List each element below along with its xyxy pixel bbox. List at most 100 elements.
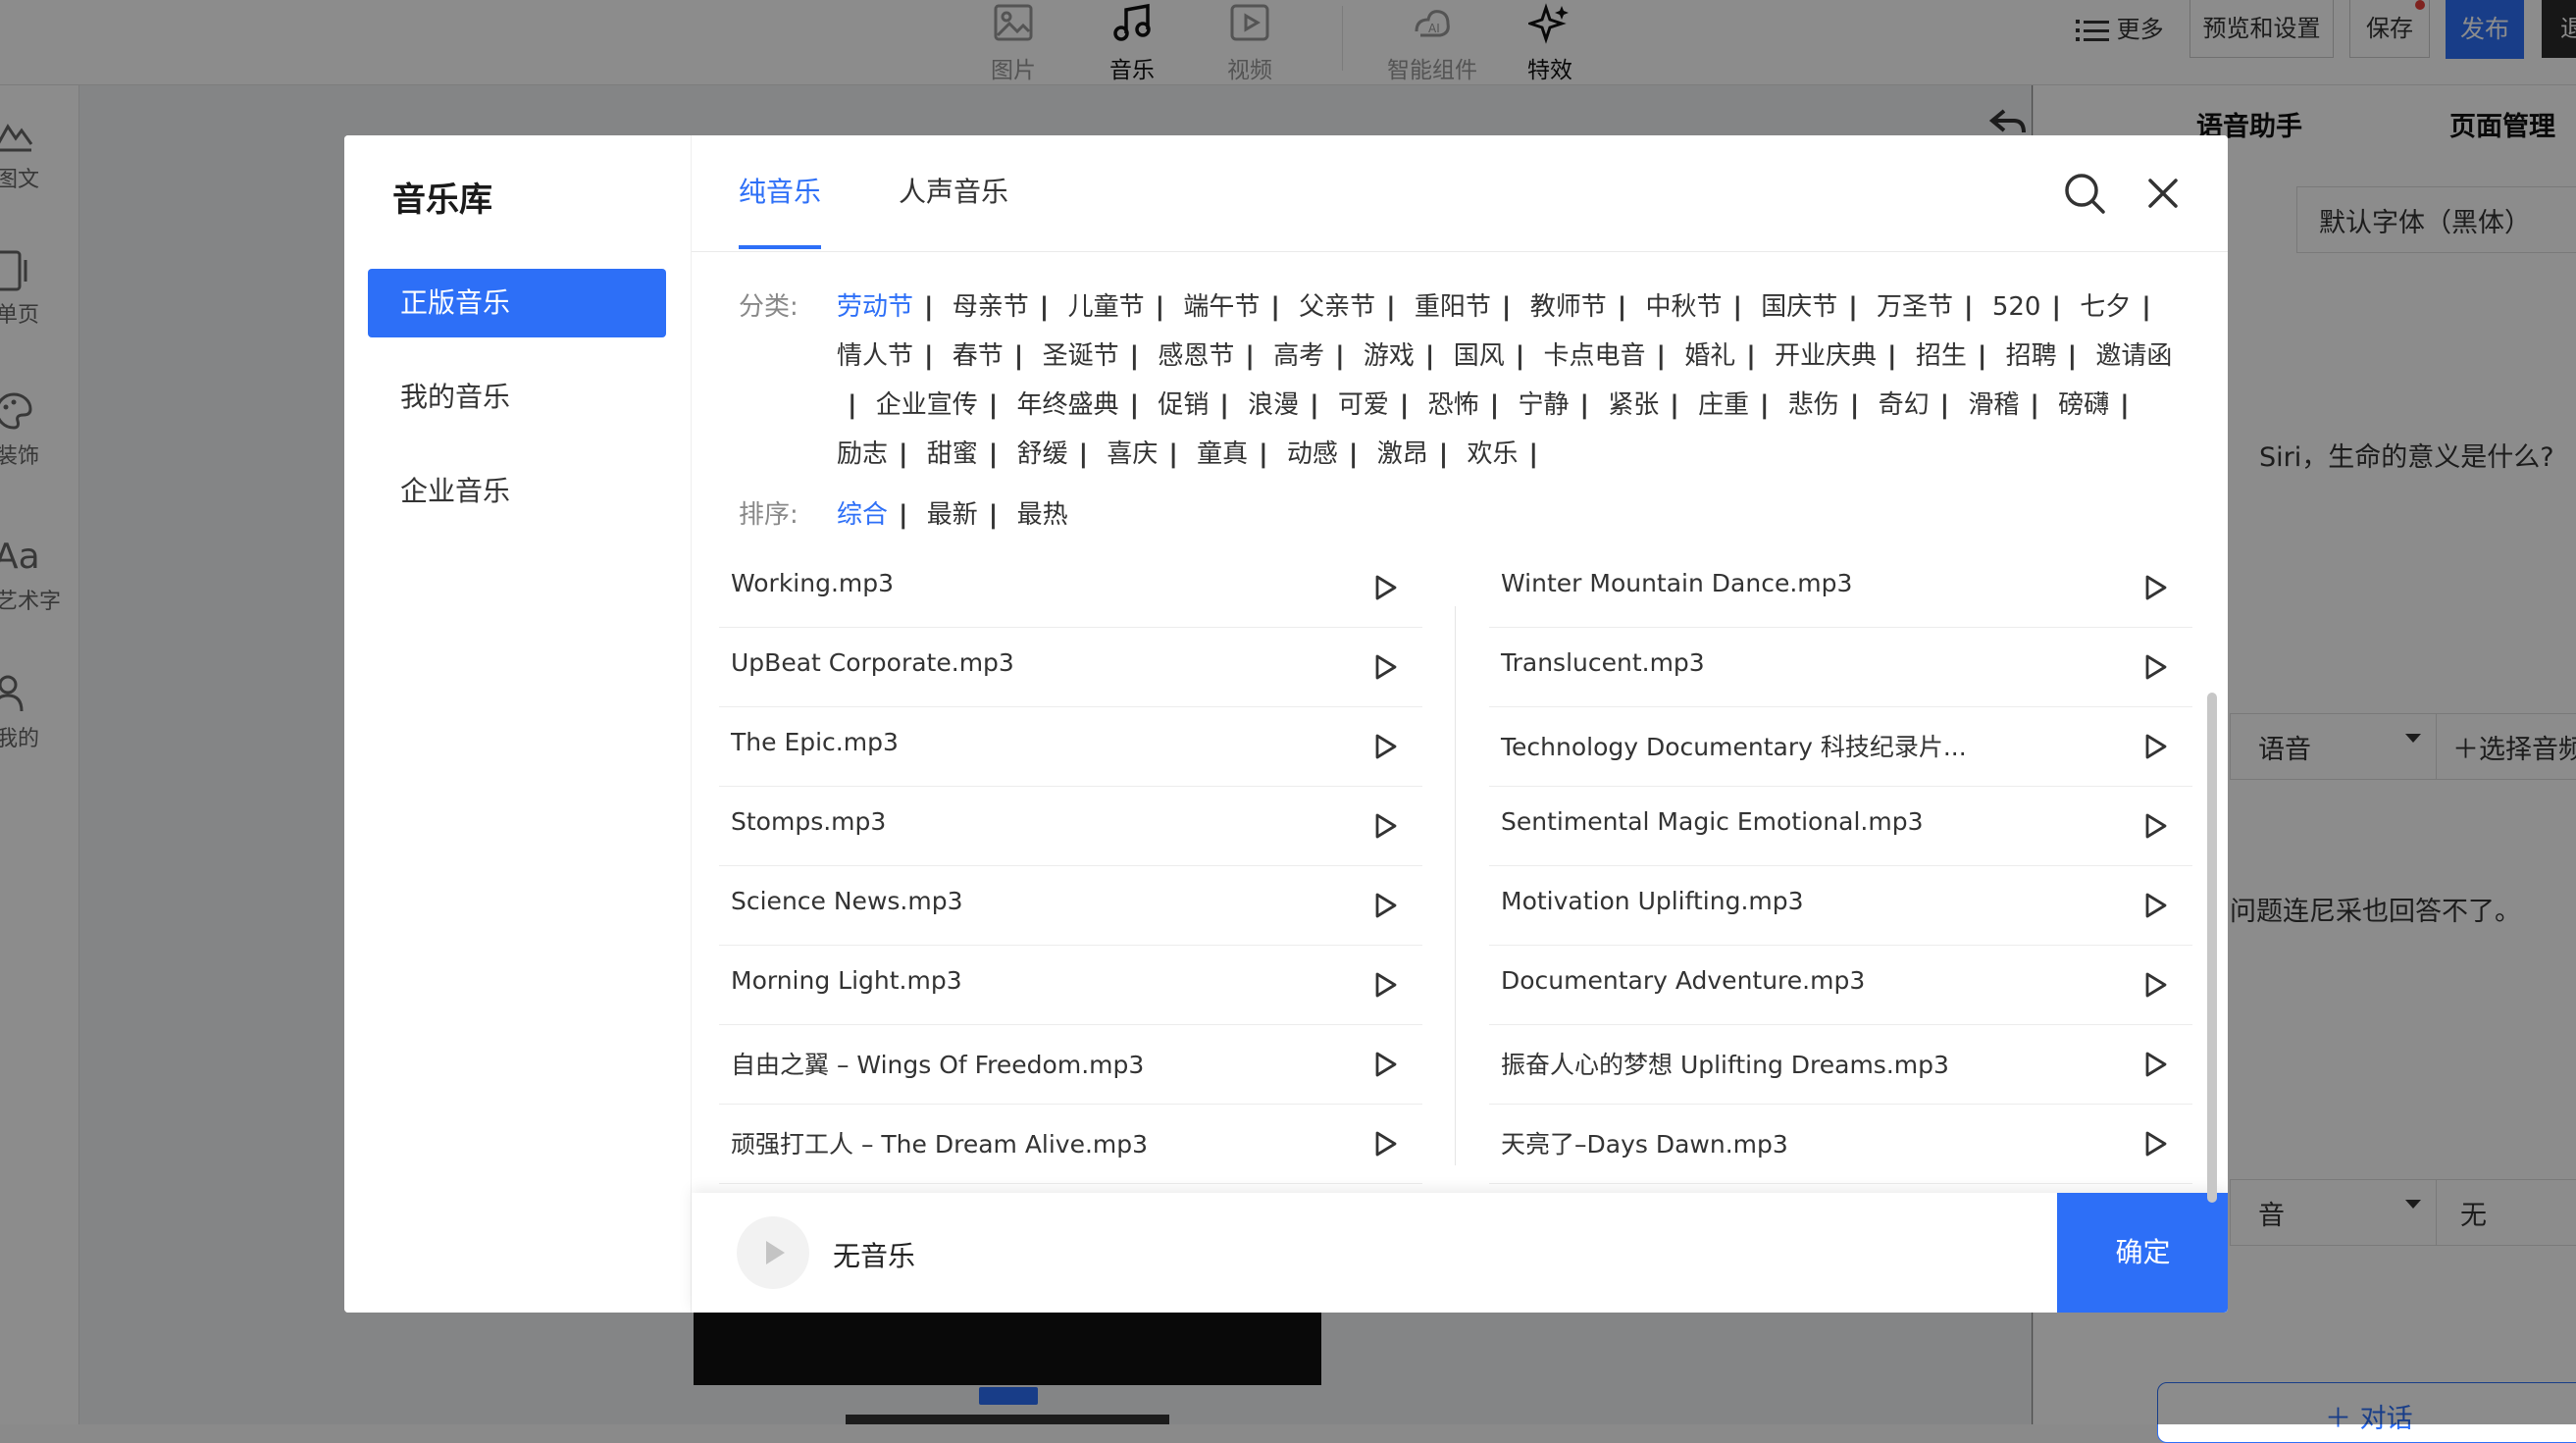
category-tag[interactable]: 可爱 [1338,390,1389,420]
song-row[interactable]: Working.mp3 [719,549,1422,628]
category-tag[interactable]: 感恩节 [1158,341,1234,371]
sidebar-item-enterprise-music[interactable]: 企业音乐 [368,457,666,526]
song-row[interactable]: 自由之翼 – Wings Of Freedom.mp3 [719,1026,1422,1105]
category-tag[interactable]: 甜蜜 [927,439,978,469]
sort-option[interactable]: 综合 [837,500,888,530]
song-row[interactable]: Documentary Adventure.mp3 [1489,947,2192,1025]
category-tag[interactable]: 国庆节 [1761,292,1837,322]
category-tag[interactable]: 悲伤 [1788,390,1839,420]
song-row[interactable]: Sentimental Magic Emotional.mp3 [1489,788,2192,866]
category-row: 分类: 劳动节 | 母亲节 | 儿童节 | 端午节 | 父亲节 | 重阳节 | 教师节 | 中… [739,283,2190,479]
sort-option[interactable]: 最新 [927,500,978,530]
song-row[interactable]: Motivation Uplifting.mp3 [1489,867,2192,946]
confirm-button[interactable]: 确定 [2057,1193,2228,1313]
tab-pure-music[interactable]: 纯音乐 [739,171,822,249]
category-tag[interactable]: 情人节 [837,341,913,371]
song-name: The Epic.mp3 [731,728,899,756]
category-tag[interactable]: 教师节 [1530,292,1607,322]
category-tag[interactable]: 万圣节 [1877,292,1953,322]
play-icon[interactable] [1367,1048,1401,1081]
play-icon[interactable] [2138,889,2171,922]
tag-separator: | [1386,292,1396,322]
play-icon[interactable] [2138,730,2171,763]
search-icon[interactable] [2062,171,2107,216]
category-tag[interactable]: 恐怖 [1428,390,1479,420]
song-row[interactable]: 顽强打工人 – The Dream Alive.mp3 [719,1106,1422,1184]
song-row[interactable]: Science News.mp3 [719,867,1422,946]
category-tag[interactable]: 喜庆 [1107,439,1158,469]
scrollbar-thumb[interactable] [2207,693,2217,1203]
play-icon[interactable] [1367,1127,1401,1160]
scrollbar[interactable] [2205,547,2219,1254]
filter-area: 分类: 劳动节 | 母亲节 | 儿童节 | 端午节 | 父亲节 | 重阳节 | 教师节 | 中… [739,283,2190,540]
song-row[interactable]: Technology Documentary 科技纪录片... [1489,708,2192,787]
category-tag[interactable]: 圣诞节 [1043,341,1119,371]
category-tag[interactable]: 卡点电音 [1543,341,1645,371]
category-tag[interactable]: 紧张 [1608,390,1659,420]
category-tag[interactable]: 舒缓 [1017,439,1068,469]
category-tag[interactable]: 招聘 [2006,341,2057,371]
category-tag[interactable]: 滑稽 [1968,390,2019,420]
category-tag[interactable]: 奇幻 [1879,390,1930,420]
category-tag[interactable]: 高考 [1273,341,1324,371]
category-tag[interactable]: 童真 [1197,439,1248,469]
category-tag[interactable]: 促销 [1158,390,1209,420]
tag-separator: | [1078,439,1089,469]
category-tag[interactable]: 邀请函 [2095,341,2172,371]
category-tag[interactable]: 励志 [837,439,888,469]
play-icon[interactable] [2138,571,2171,604]
close-icon[interactable] [2140,171,2186,216]
category-tag[interactable]: 磅礴 [2058,390,2109,420]
sidebar-item-licensed-music[interactable]: 正版音乐 [368,269,666,337]
category-tag[interactable]: 婚礼 [1684,341,1735,371]
play-icon[interactable] [1367,650,1401,684]
song-row[interactable]: Translucent.mp3 [1489,629,2192,707]
tab-vocal-music[interactable]: 人声音乐 [899,171,1008,245]
song-row[interactable]: Stomps.mp3 [719,788,1422,866]
category-tag[interactable]: 端午节 [1183,292,1260,322]
song-row[interactable]: Morning Light.mp3 [719,947,1422,1025]
song-row[interactable]: 振奋人心的梦想 Uplifting Dreams.mp3 [1489,1026,2192,1105]
category-tag[interactable]: 儿童节 [1068,292,1145,322]
category-tag[interactable]: 国风 [1454,341,1505,371]
category-tag[interactable]: 重阳节 [1415,292,1491,322]
song-name: Working.mp3 [731,569,895,597]
now-playing-button[interactable] [737,1216,809,1289]
category-tag[interactable]: 庄重 [1698,390,1749,420]
play-icon[interactable] [2138,968,2171,1002]
play-icon[interactable] [1367,968,1401,1002]
sidebar-item-my-music[interactable]: 我的音乐 [368,363,666,432]
category-tag[interactable]: 游戏 [1364,341,1415,371]
tag-separator: | [899,439,908,469]
play-icon[interactable] [1367,809,1401,843]
category-tag[interactable]: 520 [1992,292,2041,322]
category-tag[interactable]: 宁静 [1518,390,1569,420]
category-tag[interactable]: 企业宣传 [876,390,978,420]
category-tag[interactable]: 父亲节 [1299,292,1375,322]
category-tag[interactable]: 七夕 [2080,292,2131,322]
category-tag[interactable]: 欢乐 [1467,439,1518,469]
play-icon[interactable] [2138,809,2171,843]
song-row[interactable]: Winter Mountain Dance.mp3 [1489,549,2192,628]
song-row[interactable]: UpBeat Corporate.mp3 [719,629,1422,707]
tag-separator: | [1746,341,1756,371]
play-icon[interactable] [2138,1048,2171,1081]
song-row[interactable]: The Epic.mp3 [719,708,1422,787]
play-icon[interactable] [1367,889,1401,922]
category-tag[interactable]: 招生 [1916,341,1967,371]
category-tag[interactable]: 劳动节 [837,292,913,322]
sort-option[interactable]: 最热 [1017,500,1068,530]
play-icon[interactable] [1367,571,1401,604]
category-tag[interactable]: 春节 [953,341,1004,371]
category-tag[interactable]: 浪漫 [1248,390,1299,420]
song-row[interactable]: 天亮了–Days Dawn.mp3 [1489,1106,2192,1184]
play-icon[interactable] [2138,650,2171,684]
category-tag[interactable]: 开业庆典 [1775,341,1877,371]
play-icon[interactable] [2138,1127,2171,1160]
play-icon[interactable] [1367,730,1401,763]
category-tag[interactable]: 中秋节 [1645,292,1722,322]
category-tag[interactable]: 激昂 [1377,439,1428,469]
category-tag[interactable]: 母亲节 [953,292,1029,322]
category-tag[interactable]: 动感 [1287,439,1338,469]
category-tag[interactable]: 年终盛典 [1017,390,1119,420]
